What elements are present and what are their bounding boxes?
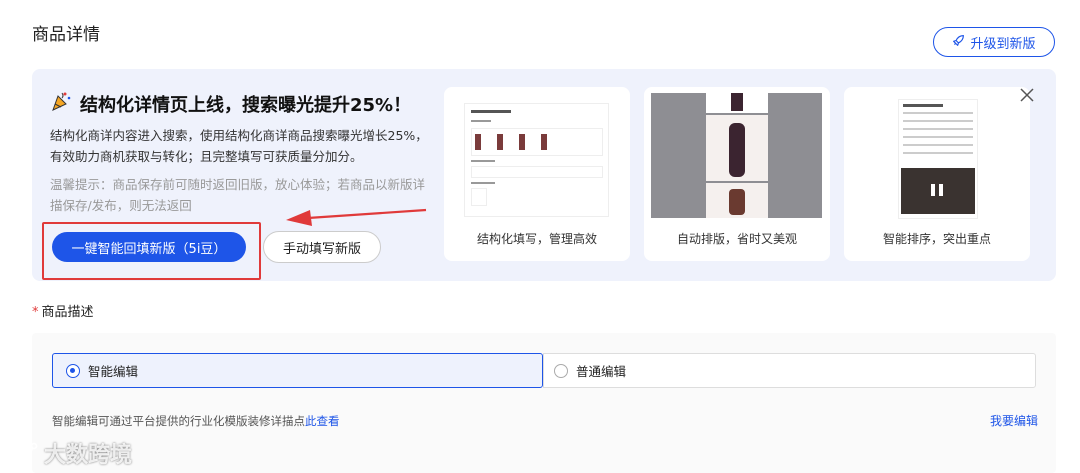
radio-selected[interactable] bbox=[66, 363, 80, 378]
card-label: 结构化填写，管理高效 bbox=[476, 232, 597, 246]
card-preview-sorting bbox=[898, 99, 978, 219]
page-title: 商品详情 bbox=[32, 25, 100, 45]
feature-card-sorting: 智能排序，突出重点 bbox=[844, 87, 1030, 261]
section-label: * 商品描述 bbox=[32, 301, 94, 320]
normal-edit-label: 普通编辑 bbox=[576, 364, 627, 379]
upgrade-button-label: 升级到新版 bbox=[970, 36, 1036, 52]
normal-edit-option[interactable]: 普通编辑 bbox=[543, 353, 1036, 388]
feature-card-structured: 结构化填写，管理高效 bbox=[444, 87, 630, 261]
editor-hint: 智能编辑可通过平台提供的行业化模版装修详描点此查看 bbox=[52, 413, 340, 429]
close-icon[interactable] bbox=[1020, 85, 1034, 105]
upgrade-button[interactable]: 升级到新版 bbox=[933, 27, 1055, 57]
watermark: 大数跨境 bbox=[8, 437, 132, 469]
smart-edit-label: 智能编辑 bbox=[88, 364, 139, 379]
watermark-logo-icon bbox=[8, 439, 38, 467]
arrow-annotation bbox=[286, 208, 427, 226]
required-mark: * bbox=[32, 305, 39, 320]
manual-fill-button[interactable]: 手动填写新版 bbox=[263, 231, 381, 263]
feature-card-layout: 自动排版，省时又美观 bbox=[644, 87, 830, 261]
rocket-icon bbox=[952, 34, 965, 51]
want-edit-link[interactable]: 我要编辑 bbox=[990, 412, 1038, 429]
card-label: 自动排版，省时又美观 bbox=[676, 232, 797, 246]
section-label-text: 商品描述 bbox=[41, 305, 94, 320]
card-preview-layout bbox=[651, 93, 822, 218]
smart-edit-option[interactable]: 智能编辑 bbox=[52, 353, 543, 388]
card-label: 智能排序，突出重点 bbox=[882, 232, 991, 246]
banner-headline: 结构化详情页上线，搜索曝光提升25%！ bbox=[50, 90, 411, 117]
radio-unselected[interactable] bbox=[554, 363, 568, 378]
party-popper-icon bbox=[50, 90, 72, 117]
banner-description: 结构化商详内容进入搜索，使用结构化商详商品搜索曝光增长25%，有效助力商机获取与… bbox=[50, 128, 428, 164]
card-preview-form bbox=[464, 103, 609, 217]
banner-headline-text: 结构化详情页上线，搜索曝光提升25%！ bbox=[80, 94, 412, 116]
watermark-text: 大数跨境 bbox=[44, 443, 133, 468]
view-here-link[interactable]: 此查看 bbox=[305, 414, 340, 428]
auto-fill-button[interactable]: 一键智能回填新版（5i豆） bbox=[52, 232, 246, 262]
editor-hint-text: 智能编辑可通过平台提供的行业化模版装修详描点 bbox=[52, 414, 305, 428]
